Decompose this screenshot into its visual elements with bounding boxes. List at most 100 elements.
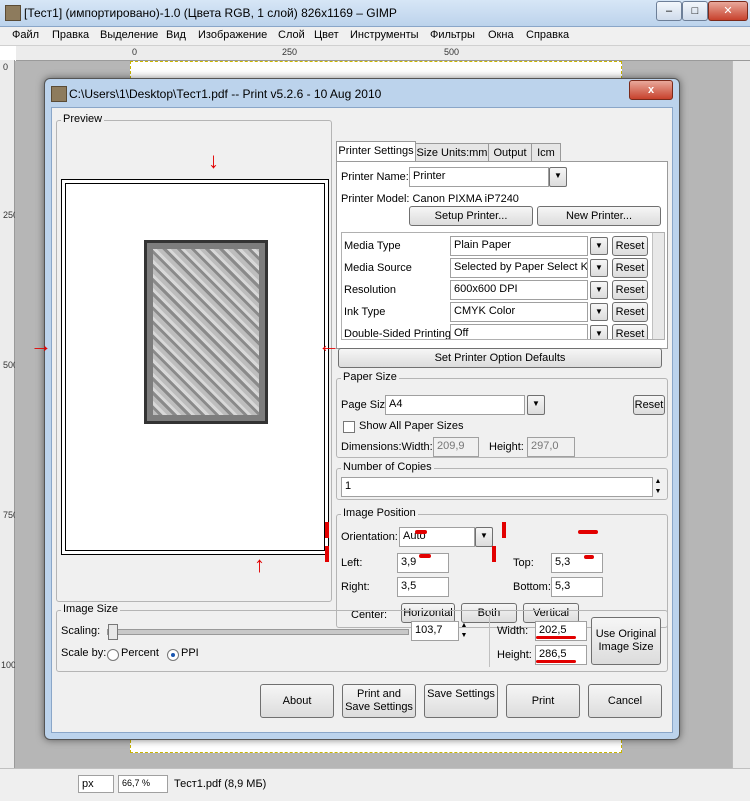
- chevron-down-icon[interactable]: ▼: [590, 259, 608, 277]
- ppi-radio[interactable]: [167, 649, 179, 661]
- chevron-down-icon[interactable]: ▼: [527, 395, 545, 415]
- option-reset-button[interactable]: Reset: [612, 236, 648, 256]
- annotation-arrow-right: →: [30, 332, 52, 357]
- annotation-arrow-left: ←: [318, 332, 340, 357]
- print-and-save-button[interactable]: Print and Save Settings: [342, 684, 416, 718]
- menu-layer[interactable]: Слой: [278, 29, 305, 41]
- menu-file[interactable]: Файл: [12, 29, 39, 41]
- chevron-down-icon[interactable]: ▼: [590, 281, 608, 299]
- menu-windows[interactable]: Окна: [488, 29, 514, 41]
- zoom-select[interactable]: 66,7 %: [118, 775, 168, 793]
- maximize-button[interactable]: □: [682, 1, 708, 21]
- status-bar: px 66,7 % Тест1.pdf (8,9 МБ): [0, 768, 750, 801]
- about-button[interactable]: About: [260, 684, 334, 718]
- menu-view[interactable]: Вид: [166, 29, 186, 41]
- annotation-mark: [584, 555, 594, 559]
- paper-height-field[interactable]: 297,0: [527, 437, 575, 457]
- paper-width-field[interactable]: 209,9: [433, 437, 479, 457]
- image-width-label: Width:: [497, 625, 529, 637]
- vertical-ruler[interactable]: 0 250 500 750 1000: [0, 60, 21, 770]
- paper-reset-button[interactable]: Reset: [633, 395, 665, 415]
- cancel-button[interactable]: Cancel: [588, 684, 662, 718]
- save-settings-button[interactable]: Save Settings: [424, 684, 498, 718]
- menu-tools[interactable]: Инструменты: [350, 29, 419, 41]
- preview-image: [144, 240, 268, 424]
- scaling-slider-track[interactable]: [107, 624, 409, 640]
- option-reset-button[interactable]: Reset: [612, 258, 648, 278]
- chevron-down-icon[interactable]: ▼: [590, 303, 608, 321]
- copies-spinner[interactable]: ▲ ▼: [653, 477, 663, 497]
- printer-name-select[interactable]: Printer: [409, 167, 549, 187]
- printer-options-list[interactable]: Media Type Plain Paper ▼ Reset Media Sou…: [341, 232, 665, 340]
- close-button[interactable]: ✕: [708, 1, 748, 21]
- show-all-label: Show All Paper Sizes: [359, 420, 464, 432]
- right-input[interactable]: 3,5: [397, 577, 449, 597]
- option-reset-button[interactable]: Reset: [612, 324, 648, 339]
- preview-label: Preview: [61, 113, 105, 125]
- annotation-mark: [325, 522, 329, 538]
- image-position-title: Image Position: [341, 507, 418, 519]
- percent-label: Percent: [121, 647, 159, 659]
- setup-printer-button[interactable]: Setup Printer...: [409, 206, 533, 226]
- tab-icm[interactable]: Icm: [531, 143, 561, 162]
- option-reset-button[interactable]: Reset: [612, 302, 648, 322]
- preview-page[interactable]: [61, 179, 329, 555]
- menu-image[interactable]: Изображение: [198, 29, 267, 41]
- chevron-down-icon[interactable]: ▼: [475, 527, 493, 547]
- print-dialog: C:\Users\1\Desktop\Тест1.pdf -- Print v5…: [44, 78, 680, 740]
- tab-size-units[interactable]: Size Units:mm: [415, 143, 489, 162]
- ruler-h-label: 0: [132, 47, 138, 57]
- ruler-v-label: 0: [3, 62, 9, 72]
- annotation-arrow-up: ↑: [254, 552, 265, 577]
- orientation-select[interactable]: Auto: [399, 527, 475, 547]
- option-label: Media Source: [344, 262, 412, 274]
- menu-select[interactable]: Выделение: [100, 29, 158, 41]
- tab-printer-settings[interactable]: Printer Settings: [336, 141, 416, 163]
- menu-help[interactable]: Справка: [526, 29, 569, 41]
- dialog-close-button[interactable]: x: [629, 80, 673, 100]
- print-button[interactable]: Print: [506, 684, 580, 718]
- horizontal-ruler[interactable]: 0 250 500: [16, 46, 750, 61]
- menu-filters[interactable]: Фильтры: [430, 29, 475, 41]
- image-height-label: Height:: [497, 649, 532, 661]
- option-select[interactable]: 600x600 DPI: [450, 280, 588, 300]
- divider: [489, 613, 490, 667]
- option-select[interactable]: Plain Paper: [450, 236, 588, 256]
- percent-radio[interactable]: [107, 649, 119, 661]
- set-defaults-button[interactable]: Set Printer Option Defaults: [338, 348, 662, 368]
- bottom-input[interactable]: 5,3: [551, 577, 603, 597]
- option-select[interactable]: Selected by Paper Select Key: [450, 258, 588, 278]
- chevron-down-icon[interactable]: ▼: [590, 237, 608, 255]
- image-size-group: Image Size Scaling: 103,7 ▲ ▼ Scale by: P…: [56, 603, 668, 672]
- page-size-select[interactable]: A4: [385, 395, 525, 415]
- show-all-checkbox[interactable]: [343, 421, 355, 433]
- chevron-down-icon[interactable]: ▼: [590, 325, 608, 339]
- menu-color[interactable]: Цвет: [314, 29, 339, 41]
- new-printer-button[interactable]: New Printer...: [537, 206, 661, 226]
- scaling-label: Scaling:: [61, 625, 101, 637]
- tab-output[interactable]: Output: [488, 143, 532, 162]
- option-select[interactable]: Off: [450, 324, 588, 339]
- dialog-titlebar: C:\Users\1\Desktop\Тест1.pdf -- Print v5…: [45, 79, 679, 107]
- copies-input[interactable]: 1: [341, 477, 653, 497]
- option-reset-button[interactable]: Reset: [612, 280, 648, 300]
- paper-size-group: Paper Size Page Size A4 ▼ Reset Show All…: [336, 371, 668, 458]
- image-size-title: Image Size: [61, 603, 121, 615]
- scaling-spinner[interactable]: ▲ ▼: [459, 621, 469, 641]
- menu-edit[interactable]: Правка: [52, 29, 89, 41]
- annotation-mark: [502, 522, 506, 538]
- minimize-button[interactable]: –: [656, 1, 682, 21]
- vertical-scrollbar[interactable]: [732, 61, 750, 768]
- annotation-arrow-down: ↓: [208, 148, 219, 173]
- top-label: Top:: [513, 557, 534, 569]
- printer-settings-panel: Printer Name: Printer ▼ Printer Model: C…: [336, 161, 668, 349]
- option-label: Media Type: [344, 240, 401, 252]
- use-original-size-button[interactable]: Use Original Image Size: [591, 617, 661, 665]
- scaling-input[interactable]: 103,7: [411, 621, 459, 641]
- chevron-down-icon[interactable]: ▼: [549, 167, 567, 187]
- top-input[interactable]: 5,3: [551, 553, 603, 573]
- unit-select[interactable]: px: [78, 775, 114, 793]
- options-scrollbar[interactable]: [652, 233, 664, 339]
- scaling-slider-handle[interactable]: [108, 624, 118, 640]
- option-select[interactable]: CMYK Color: [450, 302, 588, 322]
